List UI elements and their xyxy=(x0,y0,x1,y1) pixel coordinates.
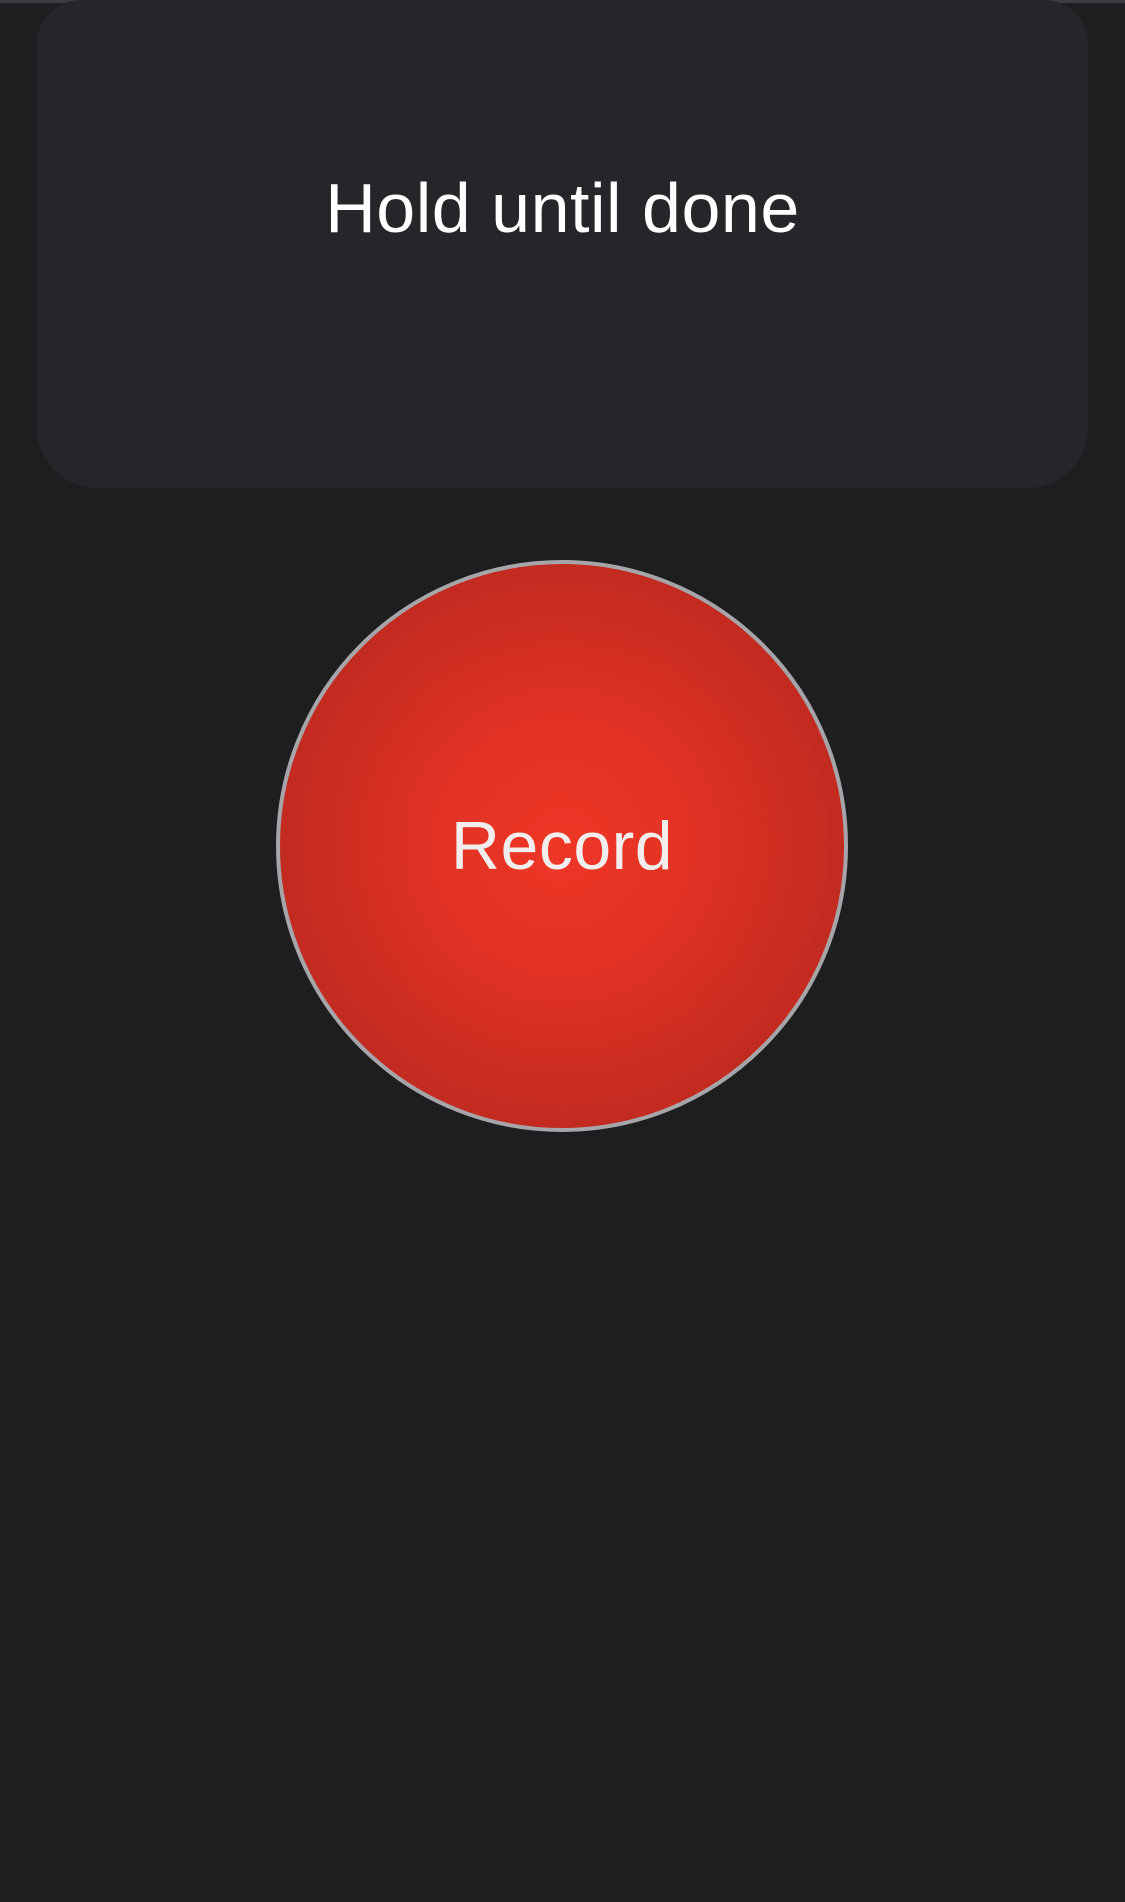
record-button[interactable]: Record xyxy=(276,560,848,1132)
instruction-text: Hold until done xyxy=(325,169,800,247)
record-button-label: Record xyxy=(450,808,674,884)
instruction-card: Hold until done xyxy=(37,0,1088,488)
